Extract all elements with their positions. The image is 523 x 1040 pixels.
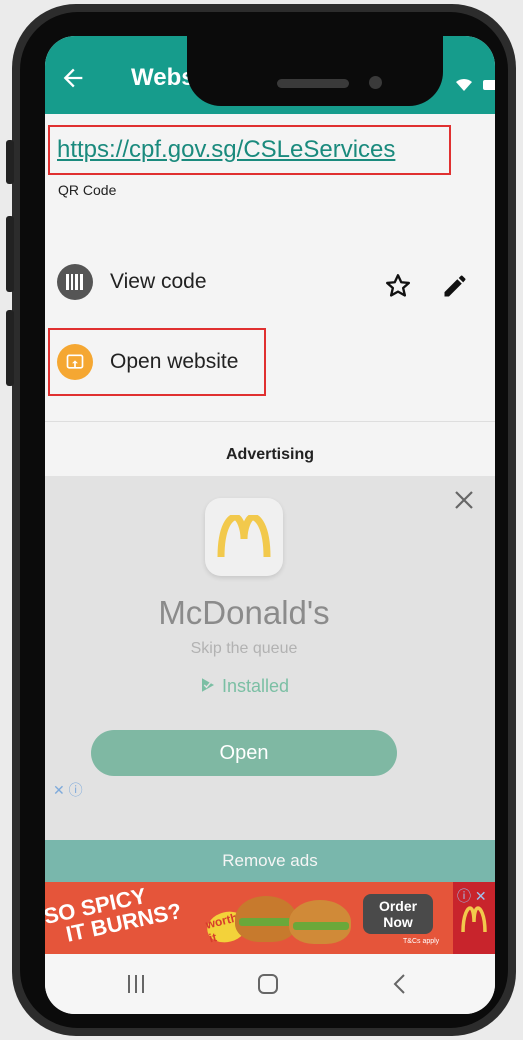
ad-open-button[interactable]: Open bbox=[91, 730, 397, 776]
open-in-browser-icon bbox=[57, 344, 93, 380]
volume-down-button bbox=[6, 310, 14, 386]
ad-app-name: McDonald's bbox=[158, 594, 330, 631]
mute-switch bbox=[6, 140, 14, 184]
order-label: Order bbox=[378, 898, 418, 914]
status-bar bbox=[455, 78, 495, 92]
front-camera bbox=[369, 76, 382, 89]
promo-banner-ad[interactable]: SO SPICY IT BURNS? worth it Order Now T&… bbox=[45, 882, 495, 954]
terms-label: T&Cs apply bbox=[403, 938, 440, 945]
phone-screen: Website https://cpf.gov.sg/CSLeServices … bbox=[45, 36, 495, 1014]
installed-label: Installed bbox=[221, 676, 290, 696]
battery-icon bbox=[483, 80, 495, 90]
back-arrow-icon[interactable] bbox=[59, 64, 87, 92]
mcdonalds-logo-icon bbox=[205, 498, 283, 576]
code-type-label: QR Code bbox=[58, 182, 117, 198]
website-url-link[interactable]: https://cpf.gov.sg/CSLeServices bbox=[57, 136, 395, 164]
system-nav-bar bbox=[45, 954, 495, 1014]
ad-info-close-icon[interactable]: ⓘ ✕ bbox=[457, 886, 487, 906]
volume-up-button bbox=[6, 216, 14, 292]
edit-pencil-icon[interactable] bbox=[441, 272, 469, 300]
barcode-icon bbox=[57, 264, 93, 300]
camera-notch bbox=[187, 36, 443, 106]
wifi-icon bbox=[456, 78, 472, 91]
burger-lettuce-2 bbox=[293, 922, 349, 930]
open-website-label: Open website bbox=[110, 350, 239, 373]
home-icon[interactable] bbox=[257, 973, 279, 995]
now-label: Now bbox=[383, 914, 413, 930]
banner-headline: SO SPICY IT BURNS? bbox=[45, 882, 184, 950]
ad-choices-icon[interactable]: ✕ ⓘ bbox=[53, 780, 83, 800]
burger-lettuce bbox=[239, 918, 295, 926]
advertising-heading: Advertising bbox=[225, 446, 314, 463]
order-now-button[interactable]: Order Now bbox=[363, 894, 433, 934]
view-code-item[interactable]: View code bbox=[57, 264, 207, 300]
open-website-item[interactable]: Open website bbox=[57, 344, 238, 380]
earpiece-speaker bbox=[277, 79, 349, 88]
ad-tagline: Skip the queue bbox=[190, 640, 298, 657]
remove-ads-button[interactable]: Remove ads bbox=[45, 840, 495, 882]
ad-installed-status: Installed bbox=[45, 676, 443, 697]
system-back-icon[interactable] bbox=[389, 973, 411, 995]
play-store-icon bbox=[201, 678, 214, 692]
section-divider bbox=[45, 421, 495, 422]
view-code-label: View code bbox=[110, 270, 207, 293]
close-ad-icon[interactable] bbox=[452, 488, 476, 512]
favorite-star-icon[interactable] bbox=[384, 272, 412, 300]
recent-apps-icon[interactable] bbox=[125, 973, 147, 995]
